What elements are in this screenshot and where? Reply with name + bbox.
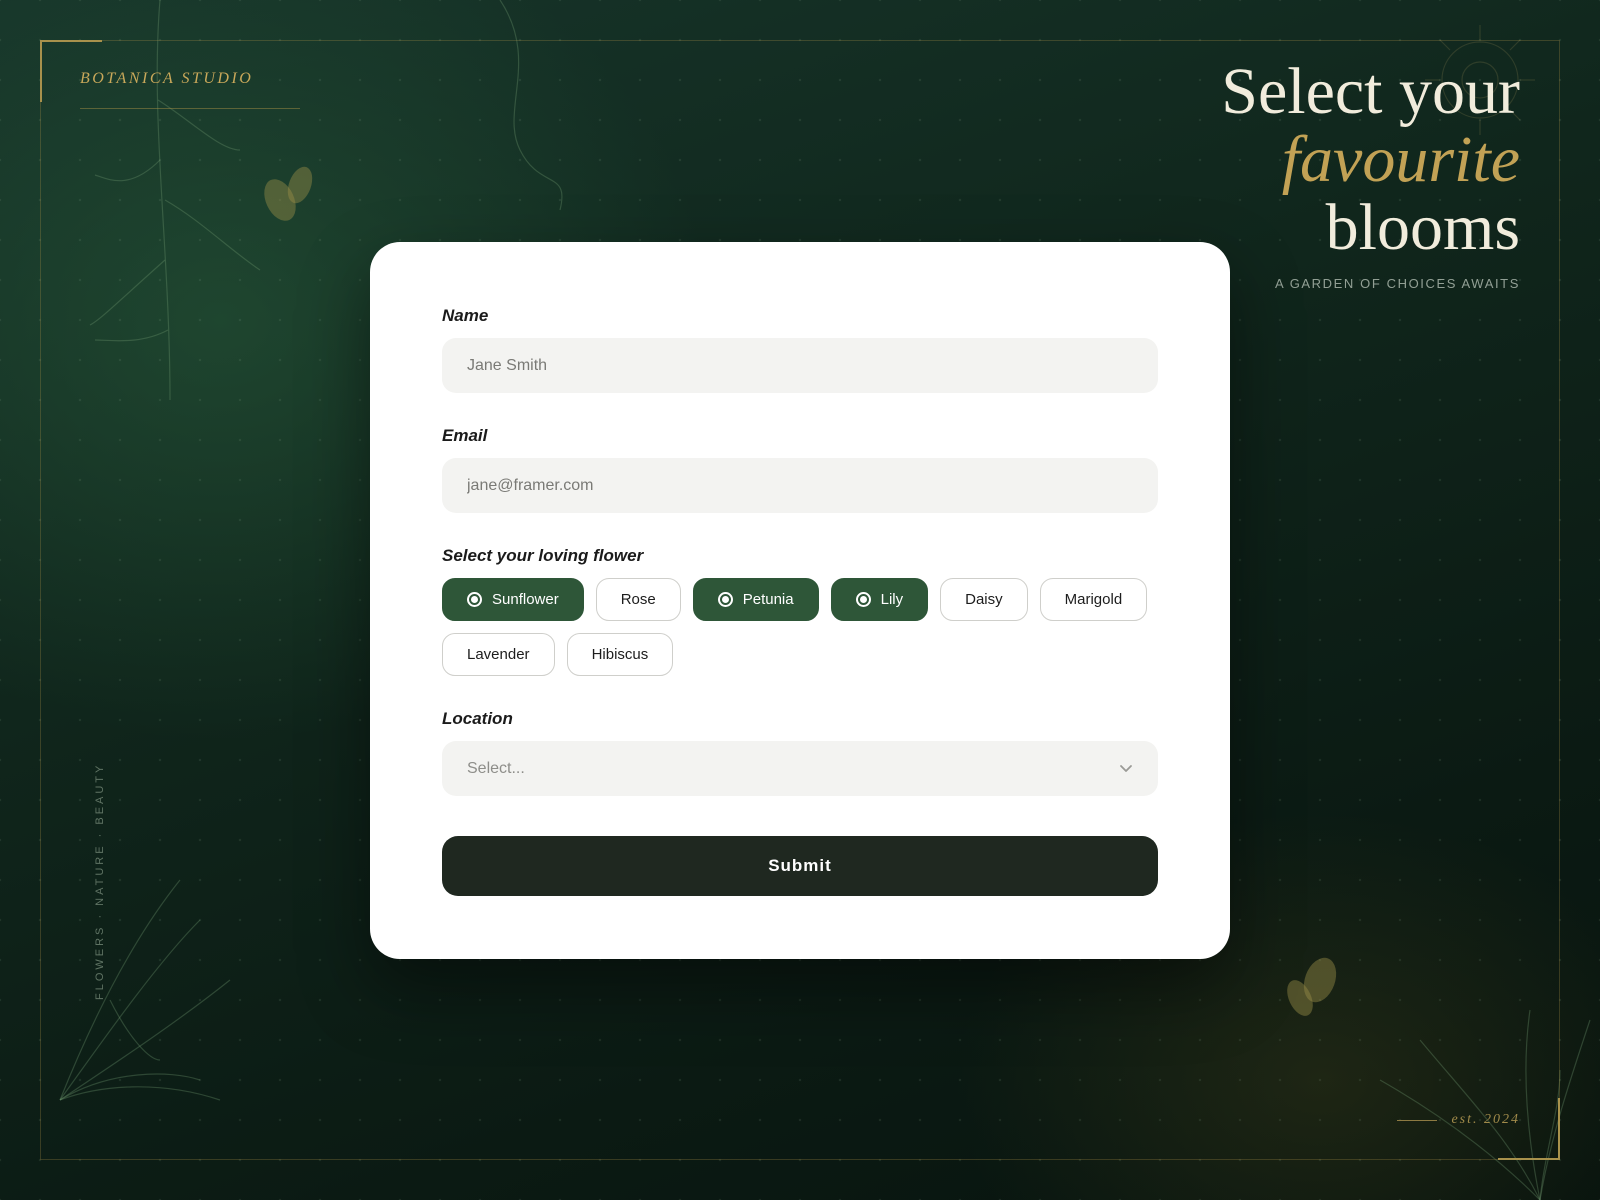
radio-dot-icon — [467, 592, 482, 607]
chip-label: Hibiscus — [591, 646, 649, 663]
flower-group: Select your loving flower Sunflower Rose… — [442, 546, 1158, 676]
hero-subtitle: A GARDEN OF CHOICES AWAITS — [1274, 276, 1520, 291]
flower-options: Sunflower Rose Petunia Lily Daisy Marigo… — [442, 578, 1158, 676]
name-label: Name — [442, 306, 489, 325]
name-input[interactable] — [442, 338, 1158, 393]
flower-chip-lily[interactable]: Lily — [830, 578, 929, 621]
radio-dot-icon — [855, 592, 871, 607]
brand-divider — [80, 108, 300, 109]
vertical-tagline: FLOWERS · NATURE · BEAUTY — [94, 762, 106, 1000]
chip-label: Sunflower — [492, 591, 559, 608]
flower-label: Select your loving flower — [442, 546, 644, 565]
chip-label: Marigold — [1064, 591, 1123, 608]
email-group: Email — [442, 426, 1158, 513]
location-label: Location — [442, 709, 513, 728]
hero-line-1: Select your — [1221, 55, 1520, 128]
brand-name: BOTANICA STUDIO — [80, 70, 254, 87]
hero-heading: Select your favourite blooms A GARDEN OF… — [1221, 55, 1520, 292]
est-dash — [1397, 1119, 1438, 1121]
flower-chip-hibiscus[interactable]: Hibiscus — [566, 633, 674, 676]
name-group: Name — [442, 306, 1158, 393]
established-note: est. 2024 — [1397, 1112, 1520, 1128]
flower-chip-sunflower[interactable]: Sunflower — [442, 578, 584, 621]
form-card: Name Email Select your loving flower Sun… — [370, 242, 1230, 959]
flower-chip-daisy[interactable]: Daisy — [940, 578, 1028, 621]
chip-label: Rose — [620, 591, 656, 608]
flower-chip-rose[interactable]: Rose — [595, 578, 681, 621]
submit-button[interactable]: Submit — [442, 836, 1158, 896]
chevron-down-icon — [1120, 765, 1132, 772]
flower-chip-lavender[interactable]: Lavender — [442, 633, 555, 676]
corner-accent-bottom-right — [1498, 1098, 1560, 1160]
hero-line-3: blooms — [1325, 191, 1520, 264]
location-group: Location Select... — [442, 709, 1158, 796]
flower-chip-marigold[interactable]: Marigold — [1039, 578, 1148, 621]
location-select[interactable]: Select... — [442, 741, 1158, 796]
email-label: Email — [442, 426, 488, 445]
chip-label: Lily — [880, 591, 904, 608]
email-input[interactable] — [442, 458, 1158, 513]
est-text: est. 2024 — [1451, 1112, 1520, 1127]
radio-dot-icon — [717, 592, 733, 607]
location-placeholder: Select... — [467, 759, 525, 777]
chip-label: Petunia — [742, 591, 794, 608]
hero-line-2: favourite — [1281, 123, 1520, 196]
chip-label: Lavender — [467, 646, 530, 663]
chip-label: Daisy — [965, 591, 1003, 608]
flower-chip-petunia[interactable]: Petunia — [692, 578, 819, 621]
